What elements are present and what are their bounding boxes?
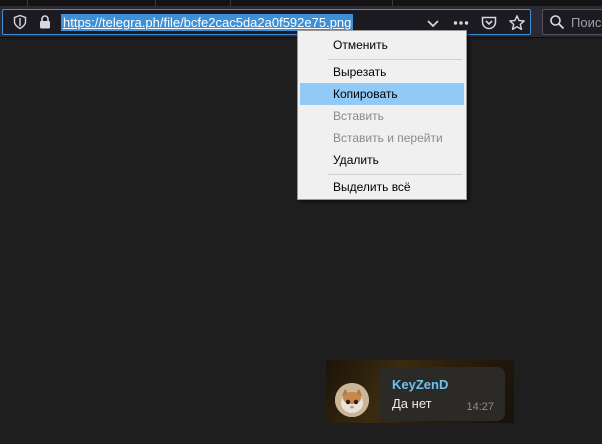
bookmark-star-icon[interactable] [508,14,526,32]
shield-icon[interactable] [12,14,28,30]
menu-item-undo[interactable]: Отменить [300,34,464,56]
menu-item-delete[interactable]: Удалить [300,149,464,171]
menu-item-copy[interactable]: Копировать [300,83,464,105]
menu-item-cut[interactable]: Вырезать [300,61,464,83]
sender-name[interactable]: KeyZenD [392,377,448,392]
message-text: Да нет [392,396,432,411]
message-time: 14:27 [466,401,494,413]
url-text[interactable]: https://telegra.ph/file/bcfe2cac5da2a0f5… [61,14,354,31]
context-menu: Отменить Вырезать Копировать Вставить Вс… [297,30,467,200]
menu-separator [328,174,462,175]
search-placeholder: Поис [571,15,602,30]
menu-item-paste-and-go[interactable]: Вставить и перейти [300,127,464,149]
search-icon [549,14,565,30]
message-bubble[interactable]: KeyZenD Да нет 14:27 [379,367,505,421]
menu-item-paste[interactable]: Вставить [300,105,464,127]
lock-icon[interactable] [37,14,53,30]
menu-separator [328,59,462,60]
menu-item-select-all[interactable]: Выделить всё [300,176,464,198]
pocket-icon[interactable] [480,14,498,32]
search-bar[interactable]: Поис [542,9,602,35]
avatar[interactable] [335,383,369,417]
